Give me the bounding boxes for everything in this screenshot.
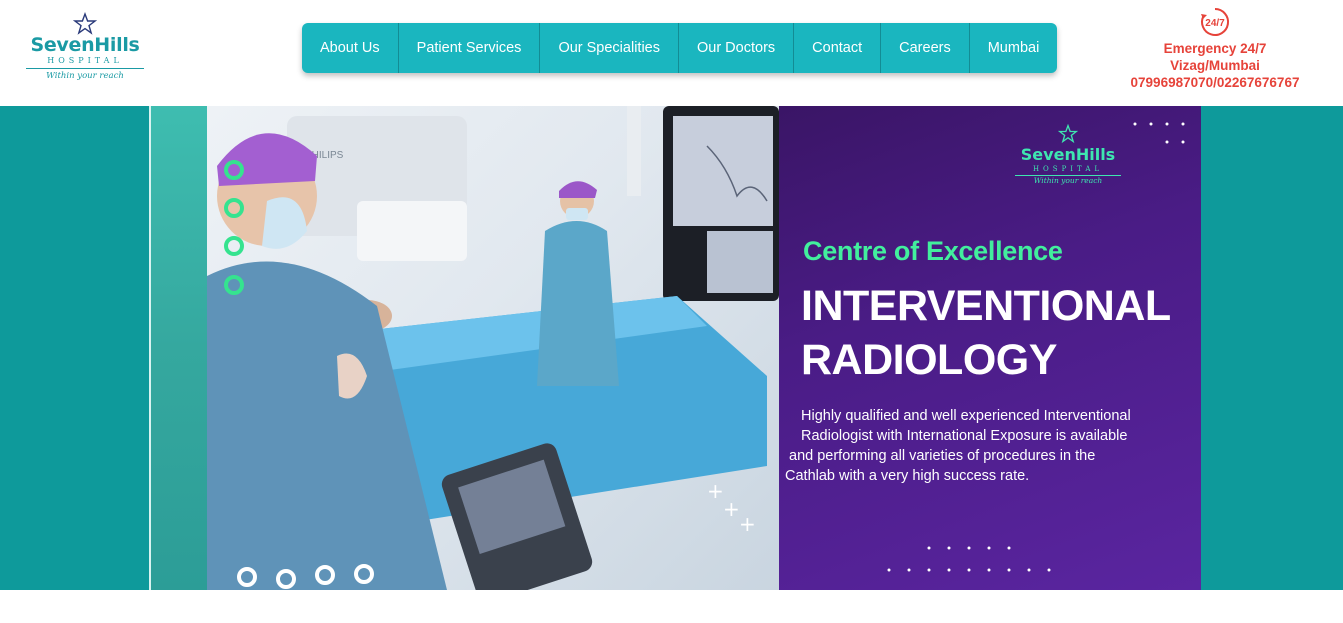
nav-our-doctors[interactable]: Our Doctors: [679, 23, 795, 73]
main-nav: About Us Patient Services Our Specialiti…: [302, 23, 1058, 73]
emergency-contact[interactable]: 24/7 Emergency 24/7 Vizag/Mumbai 0799698…: [1110, 6, 1320, 91]
logo-brand: SevenHills: [30, 34, 140, 56]
slide-description-line: Highly qualified and well experienced In…: [801, 408, 1131, 424]
nav-mumbai[interactable]: Mumbai: [970, 23, 1058, 73]
emergency-24-7-icon: 24/7: [1201, 8, 1230, 36]
hero-banner: PHILIPS + + + SevenHills HOSPITAL Within…: [0, 106, 1343, 590]
cathlab-illustration: PHILIPS + + +: [207, 106, 779, 590]
logo-tagline: Within your reach: [26, 68, 144, 82]
emergency-line2: Vizag/Mumbai: [1170, 58, 1260, 73]
slide-hospital-logo: SevenHills HOSPITAL Within your reach: [1009, 124, 1127, 186]
nav-patient-services[interactable]: Patient Services: [399, 23, 541, 73]
site-header: SevenHills HOSPITAL Within your reach Ab…: [0, 0, 1343, 106]
slide-star-icon: [1058, 124, 1078, 144]
svg-text:+: +: [739, 512, 756, 536]
slide-logo-brand: SevenHills: [1020, 145, 1116, 164]
nav-careers[interactable]: Careers: [881, 23, 970, 73]
emergency-phones[interactable]: 07996987070/02267676767: [1110, 74, 1320, 91]
logo-sub: HOSPITAL: [47, 56, 123, 65]
nav-about-us[interactable]: About Us: [302, 23, 399, 73]
nav-contact[interactable]: Contact: [794, 23, 882, 73]
nav-our-specialities[interactable]: Our Specialities: [540, 23, 679, 73]
slide-title-line2: RADIOLOGY: [801, 336, 1057, 384]
svg-text:+: +: [707, 479, 724, 503]
slide-description-line: Radiologist with International Exposure …: [801, 428, 1128, 444]
star-icon: [73, 12, 97, 35]
slide-kicker: Centre of Excellence: [803, 236, 1063, 266]
slide-description: Highly qualified and well experienced In…: [785, 406, 1180, 486]
svg-text:+: +: [723, 497, 740, 521]
slide-left-strip: [149, 106, 207, 590]
slide-logo-sub: HOSPITAL: [1032, 165, 1104, 173]
emergency-line1: Emergency 24/7: [1163, 41, 1267, 56]
hospital-logo[interactable]: SevenHills HOSPITAL Within your reach: [22, 12, 148, 86]
slide-title-line1: INTERVENTIONAL: [801, 282, 1171, 330]
cathlab-photo: PHILIPS + + +: [207, 106, 779, 590]
slide-description-line: Cathlab with a very high success rate.: [785, 468, 1030, 484]
hero-slide[interactable]: PHILIPS + + + SevenHills HOSPITAL Within…: [149, 106, 1201, 590]
slide-description-line: and performing all varieties of procedur…: [789, 448, 1096, 464]
emergency-badge-text: 24/7: [1205, 18, 1225, 29]
slide-logo-tagline: Within your reach: [1015, 175, 1121, 186]
